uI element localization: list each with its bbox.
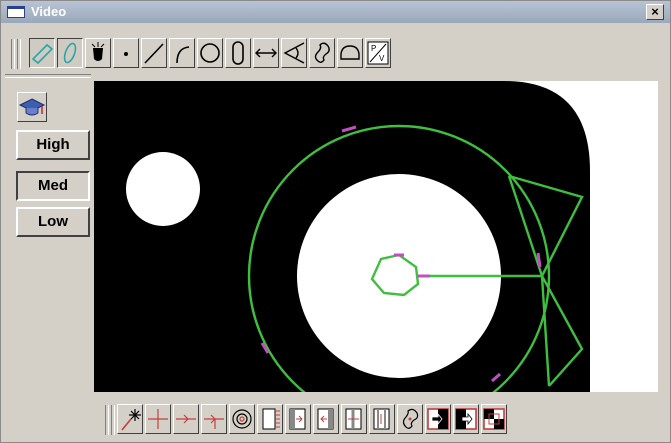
lighting-1-icon bbox=[427, 408, 449, 430]
edge-scan-2-icon bbox=[289, 408, 306, 430]
small-hole bbox=[126, 152, 200, 226]
wand-icon bbox=[121, 409, 141, 431]
contour-probe-icon bbox=[402, 408, 419, 429]
toolbar-grip[interactable] bbox=[111, 405, 115, 435]
edge-scan-4-button[interactable] bbox=[341, 404, 367, 434]
lighting-1-button[interactable] bbox=[425, 404, 451, 434]
circle-icon bbox=[200, 43, 220, 63]
lighting-2-button[interactable] bbox=[453, 404, 479, 434]
low-button[interactable]: Low bbox=[16, 207, 90, 237]
auto-measure-icon bbox=[91, 42, 105, 61]
wand-button[interactable] bbox=[117, 404, 143, 434]
edge-scan-3-icon bbox=[317, 408, 334, 430]
arc-button[interactable] bbox=[169, 38, 195, 68]
measure-distance-icon bbox=[31, 43, 54, 65]
blob-icon bbox=[340, 45, 360, 60]
measure-probe-button[interactable] bbox=[57, 38, 83, 68]
toolbar-grip[interactable] bbox=[17, 39, 21, 69]
window-title: Video bbox=[31, 4, 67, 19]
pv-button[interactable]: P V bbox=[365, 38, 391, 68]
blob-button[interactable] bbox=[337, 38, 363, 68]
video-image bbox=[94, 81, 590, 428]
title-bar[interactable]: Video × bbox=[1, 1, 670, 23]
high-button[interactable]: High bbox=[16, 130, 90, 160]
edge-scan-5-icon bbox=[373, 408, 390, 430]
edge-scan-5-button[interactable] bbox=[369, 404, 395, 434]
video-view[interactable] bbox=[94, 81, 658, 428]
edge-point bbox=[536, 252, 542, 268]
edge-right-button[interactable] bbox=[173, 404, 199, 434]
angle-button[interactable] bbox=[281, 38, 307, 68]
contour-button[interactable] bbox=[309, 38, 335, 68]
measure-probe-icon bbox=[63, 42, 77, 64]
edge-scan-1-icon bbox=[262, 408, 280, 430]
slot-button[interactable] bbox=[225, 38, 251, 68]
line-icon bbox=[144, 43, 164, 64]
distance-icon bbox=[255, 48, 277, 58]
edge-scan-2-button[interactable] bbox=[285, 404, 311, 434]
edge-down-icon bbox=[204, 414, 224, 429]
lighting-2-icon bbox=[455, 408, 477, 430]
circle-button[interactable] bbox=[197, 38, 223, 68]
crosshair-icon bbox=[148, 409, 168, 429]
measure-distance-button[interactable] bbox=[29, 38, 55, 68]
toolbar-grip[interactable] bbox=[105, 405, 109, 435]
lighting-3-icon bbox=[483, 408, 505, 430]
target-icon bbox=[232, 409, 252, 429]
close-button[interactable]: × bbox=[646, 4, 664, 20]
edge-scan-4-icon bbox=[345, 408, 362, 430]
contour-icon bbox=[314, 42, 330, 63]
distance-button[interactable] bbox=[253, 38, 279, 68]
edge-right-icon bbox=[176, 414, 196, 424]
edge-scan-3-button[interactable] bbox=[313, 404, 339, 434]
line-button[interactable] bbox=[141, 38, 167, 68]
mortarboard-button[interactable] bbox=[17, 92, 47, 122]
auto-measure-button[interactable] bbox=[85, 38, 111, 68]
point-icon bbox=[124, 52, 128, 56]
angle-icon bbox=[283, 42, 305, 64]
arc-icon bbox=[176, 46, 190, 64]
med-button[interactable]: Med bbox=[16, 171, 90, 201]
edge-scan-1-button[interactable] bbox=[257, 404, 283, 434]
mortarboard-icon bbox=[18, 98, 46, 116]
svg-text:P: P bbox=[371, 44, 376, 53]
toolbar-grip[interactable] bbox=[11, 39, 15, 69]
panel-divider bbox=[5, 74, 91, 78]
point-button[interactable] bbox=[113, 38, 139, 68]
lighting-3-button[interactable] bbox=[481, 404, 507, 434]
edge-down-button[interactable] bbox=[201, 404, 227, 434]
svg-text:V: V bbox=[379, 54, 385, 63]
contour-probe-button[interactable] bbox=[397, 404, 423, 434]
window-icon bbox=[7, 6, 25, 18]
pv-icon: P V bbox=[367, 41, 389, 65]
target-button[interactable] bbox=[229, 404, 255, 434]
slot-icon bbox=[232, 41, 244, 65]
crosshair-button[interactable] bbox=[145, 404, 171, 434]
video-window: Video × P V High Med Low bbox=[0, 0, 671, 443]
